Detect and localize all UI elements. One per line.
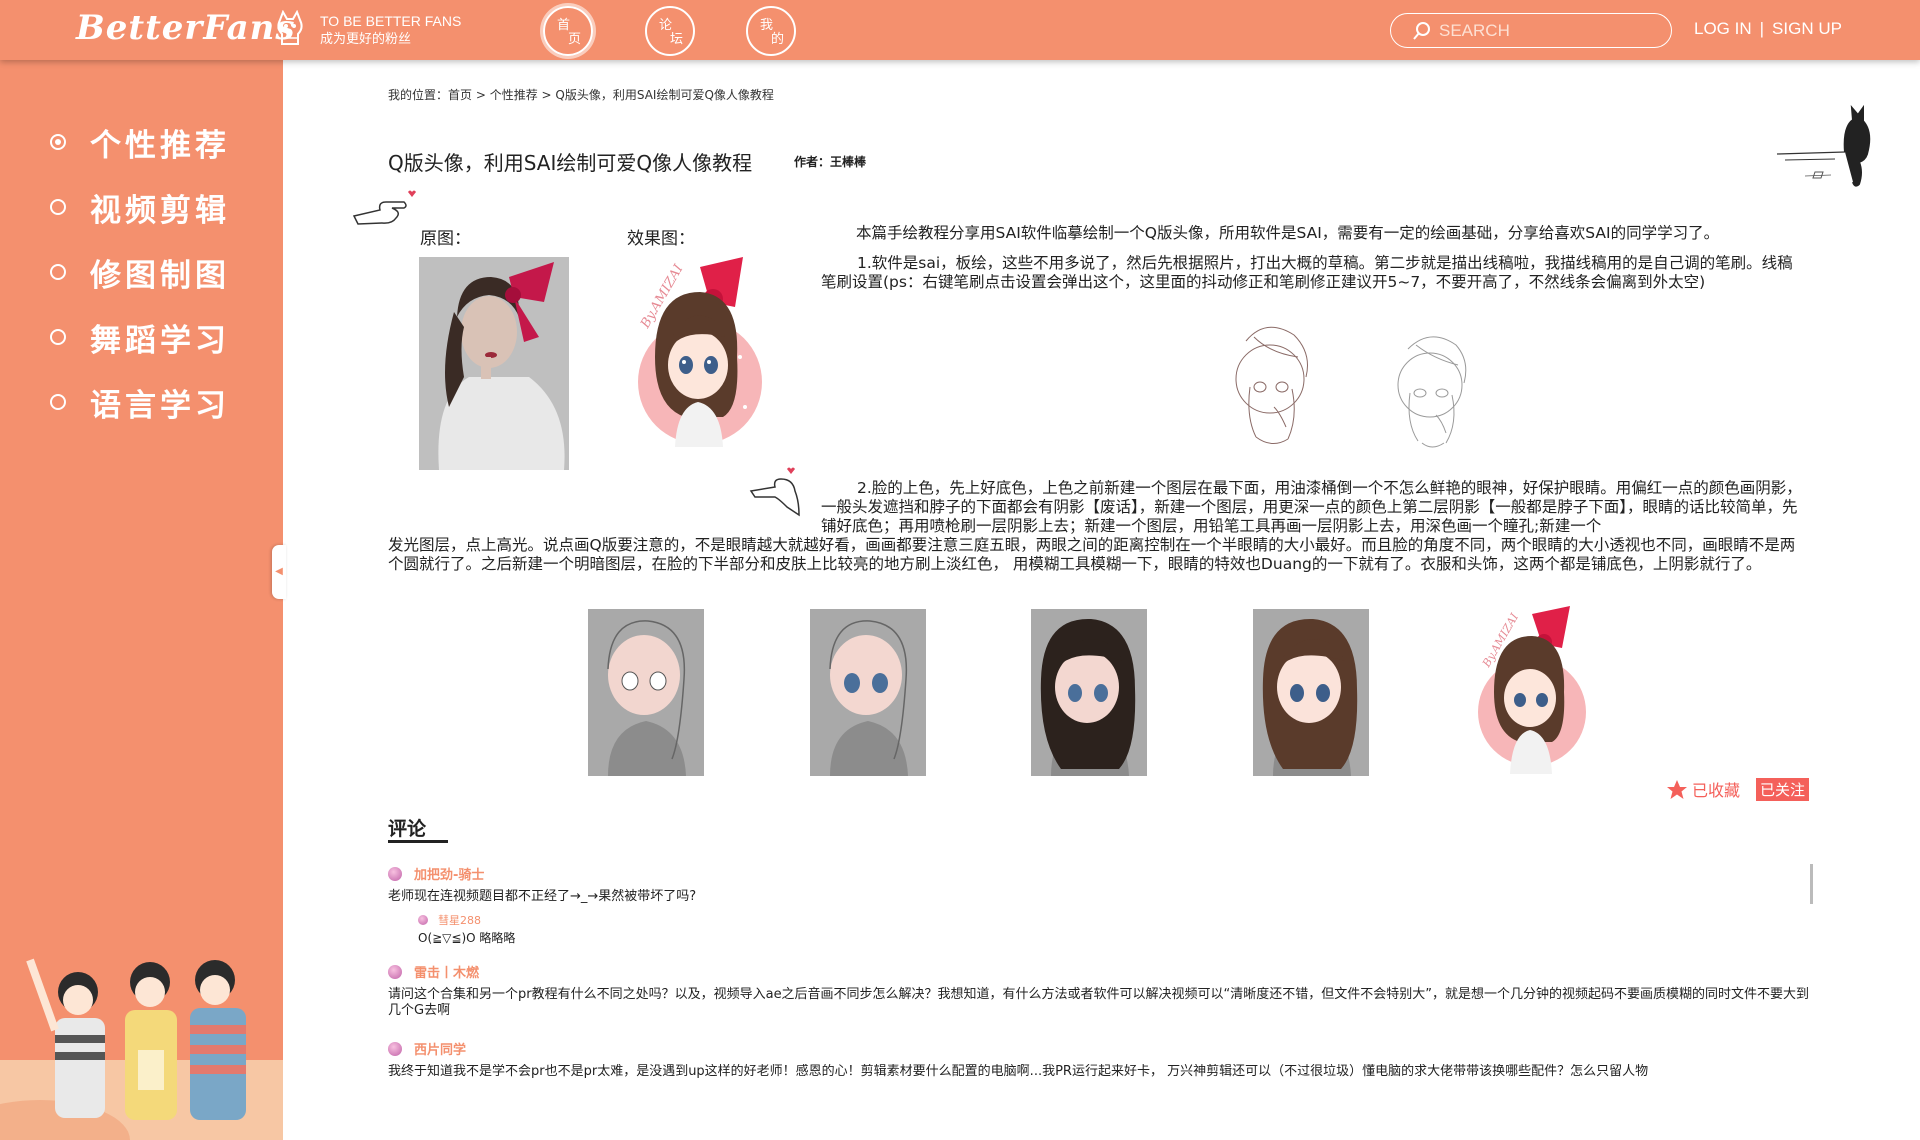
sidebar-item-photo-editing[interactable]: 修图制图	[50, 252, 230, 294]
comment-author[interactable]: 西片同学	[388, 1039, 466, 1058]
comment-author[interactable]: 雷击丨木燃	[388, 962, 479, 981]
result-image-label: 效果图：	[627, 229, 695, 249]
result-chibi-illustration: By.AMIZAI	[638, 257, 762, 447]
comment-author-name[interactable]: 雷击丨木燃	[414, 962, 479, 981]
breadcrumb-sep: >	[537, 88, 556, 102]
comment-text: 老师现在连视频题目都不正经了→_→果然被带坏了吗?	[388, 889, 697, 904]
sidebar-item-video-editing[interactable]: 视频剪辑	[50, 187, 230, 229]
nav-forum-char1: 论	[659, 18, 673, 33]
nav-mine-char1: 我	[760, 18, 774, 33]
radio-icon	[50, 264, 66, 280]
comment-text: 我终于知道我不是学不会pr也不是pr太难，是没遇到up这样的好老师！感恩的心！剪…	[388, 1064, 1649, 1079]
progress-image-3	[1031, 609, 1147, 776]
star-icon	[1667, 779, 1687, 799]
sidebar-item-language[interactable]: 语言学习	[50, 382, 230, 424]
progress-image-final: By.AMIZAI	[1478, 606, 1586, 774]
comment-author-name[interactable]: 西片同学	[414, 1039, 466, 1058]
reply-author[interactable]: 彗星288	[418, 912, 515, 928]
progress-image-1	[588, 609, 704, 776]
article-intro: 本篇手绘教程分享用SAI软件临摹绘制一个Q版头像，所用软件是SAI，需要有一定的…	[856, 224, 1720, 242]
comment-item: 雷击丨木燃	[388, 962, 479, 981]
progress-image-4	[1253, 609, 1369, 776]
nav-mine-char2: 的	[771, 32, 785, 47]
login-link[interactable]: LOG IN	[1694, 19, 1752, 38]
reply-author-name[interactable]: 彗星288	[438, 912, 481, 928]
cartoon-boys-illustration	[0, 958, 283, 1140]
radio-icon	[50, 394, 66, 410]
article-actions: 已收藏 已关注	[1666, 777, 1810, 801]
top-bar: BetterFans TO BE BETTER FANS 成为更好的粉丝 首 页…	[0, 0, 1920, 60]
breadcrumb-prefix: 我的位置：	[388, 88, 449, 102]
sidebar-item-label: 语言学习	[90, 387, 230, 424]
comments-scrollbar[interactable]	[1810, 864, 1813, 904]
slogan-chinese: 成为更好的粉丝	[320, 31, 412, 46]
sidebar-item-label: 修图制图	[90, 257, 230, 294]
cat-mascot-icon	[277, 10, 303, 45]
sidebar-item-dance[interactable]: 舞蹈学习	[50, 317, 230, 359]
favorite-label: 已收藏	[1692, 781, 1741, 800]
site-logo[interactable]: BetterFans	[76, 8, 296, 48]
pointing-hand-icon	[352, 190, 416, 225]
nav-home-char1: 首	[557, 18, 571, 33]
avatar[interactable]	[418, 915, 428, 925]
nav-forum-char2: 坛	[670, 32, 684, 47]
search-box	[1390, 13, 1672, 48]
site-slogan: TO BE BETTER FANS 成为更好的粉丝	[320, 13, 461, 47]
favorite-button[interactable]: 已收藏	[1666, 777, 1740, 801]
nav-mine[interactable]: 我 的	[746, 6, 796, 56]
follow-button[interactable]: 已关注	[1756, 777, 1810, 801]
article-step2: 2.脸的上色，先上好底色，上色之前新建一个图层在最下面，用油漆桶倒一个不怎么鲜艳…	[821, 479, 1802, 535]
radio-selected-icon	[50, 134, 66, 150]
comment-text: 请问这个合集和另一个pr教程有什么不同之处吗？以及，视频导入ae之后音画不同步怎…	[388, 987, 1810, 1018]
original-image-label: 原图：	[420, 229, 471, 249]
article-author: 作者：王棒棒	[794, 155, 867, 169]
breadcrumb-current[interactable]: Q版头像，利用SAI绘制可爱Q像人像教程	[555, 88, 773, 102]
auth-links: LOG IN | SIGN UP	[1694, 19, 1842, 39]
page-title: Q版头像，利用SAI绘制可爱Q像人像教程	[388, 151, 753, 175]
reply-item: 彗星288 O(≧▽≦)O 略略略	[418, 912, 515, 946]
breadcrumb-category[interactable]: 个性推荐	[490, 88, 538, 102]
sketch-lineart-image	[1397, 336, 1467, 448]
sidebar: 个性推荐 视频剪辑 修图制图 舞蹈学习 语言学习	[0, 60, 283, 1140]
signup-link[interactable]: SIGN UP	[1772, 19, 1842, 38]
sketch-draft-image	[1235, 326, 1308, 444]
avatar[interactable]	[388, 866, 402, 881]
sidebar-item-label: 视频剪辑	[90, 192, 230, 229]
article-step2-continued: 发光图层，点上高光。说点画Q版要注意的，不是眼睛越大就越好看，画画都要注意三庭五…	[388, 536, 1796, 573]
comments-heading: 评论	[388, 818, 427, 840]
sidebar-item-recommend[interactable]: 个性推荐	[50, 122, 230, 164]
breadcrumb-home[interactable]: 首页	[448, 88, 472, 102]
pointing-hand-icon	[749, 467, 800, 517]
avatar[interactable]	[388, 1041, 402, 1056]
auth-separator: |	[1759, 19, 1765, 38]
reply-text: O(≧▽≦)O 略略略	[418, 931, 516, 945]
nav-home-char2: 页	[568, 32, 582, 47]
comment-item: 西片同学	[388, 1039, 466, 1058]
search-input[interactable]	[1439, 20, 1659, 42]
radio-icon	[50, 329, 66, 345]
avatar[interactable]	[388, 964, 402, 979]
search-icon[interactable]	[1413, 22, 1431, 40]
nav-home[interactable]: 首 页	[543, 6, 593, 56]
original-photo	[419, 257, 569, 470]
radio-icon	[50, 199, 66, 215]
comments-heading-underline	[388, 840, 448, 843]
nav-forum[interactable]: 论 坛	[645, 6, 695, 56]
comment-author[interactable]: 加把劲-骑士	[388, 864, 484, 883]
article-step1: 1.软件是sai，板绘，这些不用多说了，然后先根据照片，打出大概的草稿。第二步就…	[821, 254, 1793, 291]
breadcrumb: 我的位置：首页 > 个性推荐 > Q版头像，利用SAI绘制可爱Q像人像教程	[388, 86, 774, 103]
sidebar-collapse-toggle[interactable]: ◀	[272, 545, 286, 599]
slogan-english: TO BE BETTER FANS	[320, 13, 462, 29]
comment-item: 加把劲-骑士	[388, 864, 484, 883]
comment-author-name[interactable]: 加把劲-骑士	[414, 864, 484, 883]
sidebar-item-label: 个性推荐	[90, 127, 230, 164]
black-cat-decoration	[1776, 104, 1871, 187]
progress-image-2	[810, 609, 926, 776]
sidebar-item-label: 舞蹈学习	[90, 322, 230, 359]
breadcrumb-sep: >	[472, 88, 490, 102]
